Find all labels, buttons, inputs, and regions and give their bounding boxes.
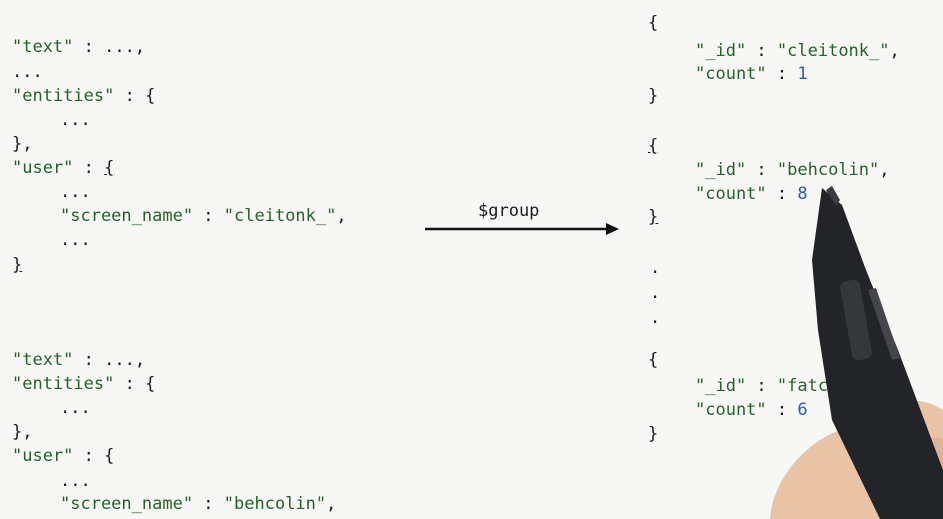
pen-and-hand-illustration — [770, 186, 943, 519]
